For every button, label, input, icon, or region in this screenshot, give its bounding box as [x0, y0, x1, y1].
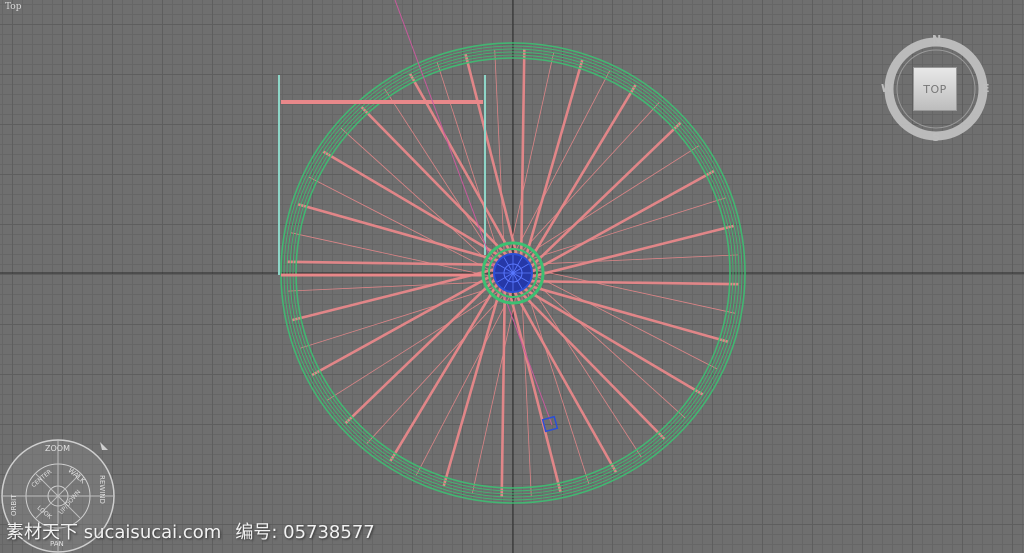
watermark-id: 编号: 05738577 — [235, 522, 375, 543]
diagonal-helper-line[interactable] — [394, 0, 553, 426]
viewcube-top-face[interactable]: TOP — [913, 67, 957, 111]
wheel-wedge-rewind[interactable]: REWIND — [98, 475, 106, 504]
compass-south[interactable]: S — [932, 131, 940, 144]
compass-north[interactable]: N — [932, 33, 941, 46]
viewcube[interactable]: N S E W TOP — [880, 33, 992, 145]
wheel-wireframe-scene — [0, 0, 1024, 553]
wheel-wedge-zoom[interactable]: ZOOM — [45, 444, 70, 453]
compass-east[interactable]: E — [982, 82, 990, 95]
wheel-wedge-orbit[interactable]: ORBIT — [10, 494, 18, 516]
watermark: 素材天下 sucaisucai.com 编号: 05738577 — [6, 518, 375, 544]
watermark-site: 素材天下 sucaisucai.com — [6, 522, 222, 543]
top-viewport[interactable]: Top N S E W TOP ZOOM WALK REWIND ORBIT C… — [0, 0, 1024, 553]
compass-west[interactable]: W — [881, 82, 893, 95]
